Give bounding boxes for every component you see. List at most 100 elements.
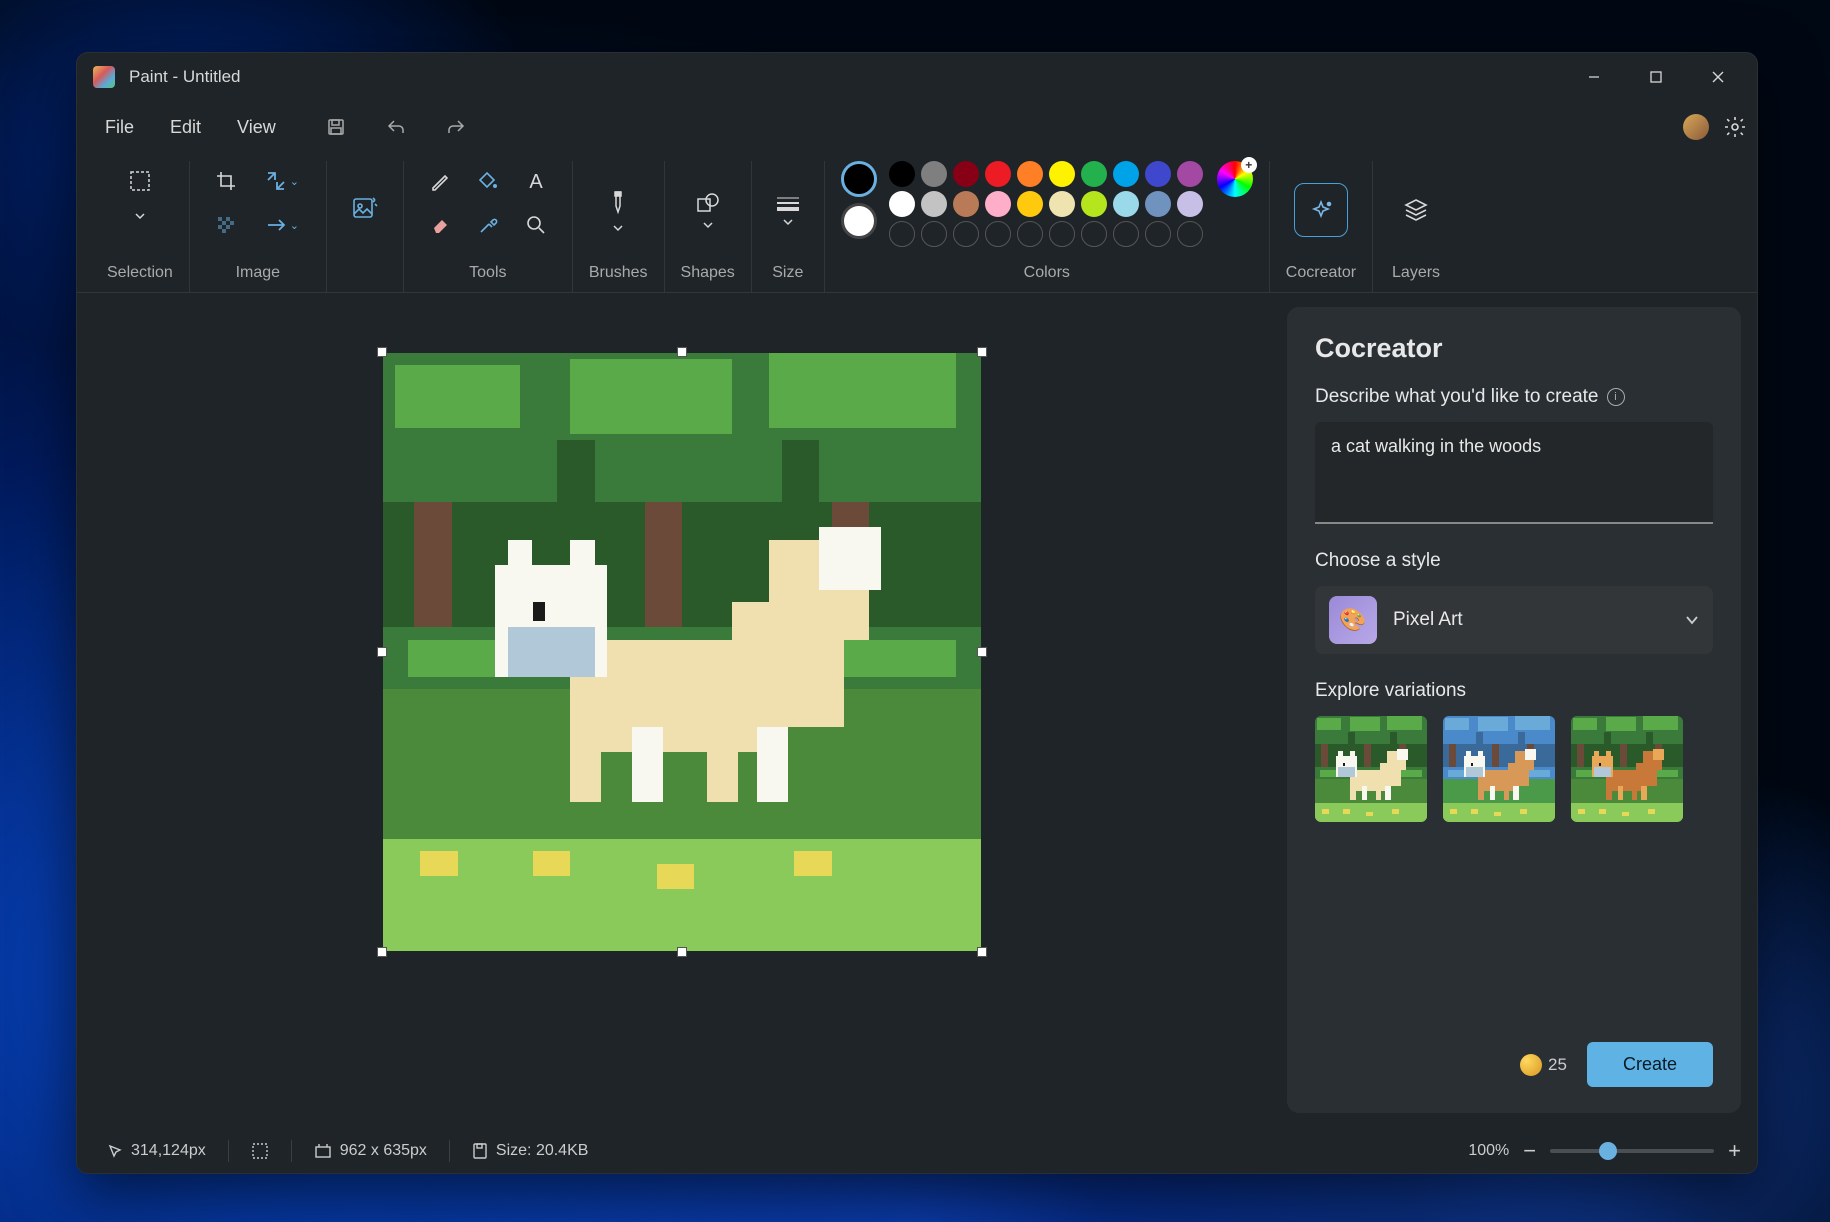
ribbon-image: ⌄ ⌄ Image <box>190 161 327 292</box>
settings-icon[interactable] <box>1723 115 1747 139</box>
color-swatch[interactable] <box>1049 191 1075 217</box>
zoom-in-button[interactable]: + <box>1728 1138 1741 1164</box>
prompt-input[interactable] <box>1315 422 1713 524</box>
redo-icon[interactable] <box>438 109 474 145</box>
ribbon-tools-label: Tools <box>469 258 506 292</box>
resize-handle[interactable] <box>377 347 387 357</box>
ribbon-selection-label: Selection <box>107 258 173 292</box>
ribbon-colors-label: Colors <box>1024 258 1070 292</box>
resize-handle[interactable] <box>977 947 987 957</box>
canvas[interactable] <box>383 353 981 951</box>
app-window: Paint - Untitled File Edit View Selecti <box>76 52 1758 1174</box>
zoom-level: 100% <box>1468 1142 1509 1160</box>
color-swatch[interactable] <box>889 161 915 187</box>
color-swatch[interactable] <box>1177 161 1203 187</box>
color-swatch-empty[interactable] <box>985 221 1011 247</box>
picker-tool[interactable] <box>468 205 508 245</box>
fill-tool[interactable] <box>468 161 508 201</box>
workspace: Cocreator Describe what you'd like to cr… <box>77 293 1757 1173</box>
user-avatar[interactable] <box>1683 114 1709 140</box>
color-swatch[interactable] <box>889 191 915 217</box>
zoom-out-button[interactable]: − <box>1523 1138 1536 1164</box>
resize-tool[interactable]: ⌄ <box>254 161 310 201</box>
crop-tool[interactable] <box>206 161 246 201</box>
close-button[interactable] <box>1687 53 1749 101</box>
color-swatch[interactable] <box>953 161 979 187</box>
ribbon-tools: A Tools <box>404 161 573 292</box>
create-button[interactable]: Create <box>1587 1042 1713 1087</box>
undo-icon[interactable] <box>378 109 414 145</box>
ribbon-shapes: Shapes <box>665 161 752 292</box>
info-icon[interactable]: i <box>1607 388 1625 406</box>
rotate-tool[interactable]: ⌄ <box>254 205 310 245</box>
resize-handle[interactable] <box>377 647 387 657</box>
chevron-down-icon <box>1685 615 1699 625</box>
ribbon-image-gen <box>327 161 404 292</box>
file-size: Size: 20.4KB <box>458 1142 603 1160</box>
shapes-tool[interactable] <box>688 179 728 241</box>
color-swatch[interactable] <box>1049 161 1075 187</box>
color-swatch-empty[interactable] <box>921 221 947 247</box>
canvas-area[interactable] <box>77 293 1287 1173</box>
variation-thumb[interactable] <box>1571 716 1683 822</box>
resize-handle[interactable] <box>377 947 387 957</box>
svg-text:A: A <box>529 171 543 192</box>
color-swatch[interactable] <box>1113 161 1139 187</box>
credits-display: 25 <box>1520 1054 1567 1076</box>
brush-tool[interactable] <box>598 179 638 241</box>
color-swatch[interactable] <box>1113 191 1139 217</box>
resize-handle[interactable] <box>977 647 987 657</box>
style-selector[interactable]: 🎨 Pixel Art <box>1315 586 1713 654</box>
cocreator-button[interactable] <box>1294 183 1348 237</box>
color-swatch[interactable] <box>1081 191 1107 217</box>
canvas-dimensions: 962 x 635px <box>300 1142 441 1160</box>
menu-file[interactable]: File <box>87 109 152 146</box>
eraser-tool[interactable] <box>420 205 460 245</box>
layers-button[interactable] <box>1389 183 1443 237</box>
color-swatch[interactable] <box>1017 191 1043 217</box>
select-dropdown[interactable] <box>120 205 160 227</box>
resize-handle[interactable] <box>677 947 687 957</box>
variation-thumb[interactable] <box>1315 716 1427 822</box>
resize-handle[interactable] <box>677 347 687 357</box>
secondary-color[interactable] <box>841 203 877 239</box>
remove-bg-tool[interactable] <box>206 205 246 245</box>
color-swatch[interactable] <box>985 191 1011 217</box>
color-swatch[interactable] <box>921 191 947 217</box>
color-swatch[interactable] <box>1145 161 1171 187</box>
text-tool[interactable]: A <box>516 161 556 201</box>
color-swatch-empty[interactable] <box>1113 221 1139 247</box>
color-swatch[interactable] <box>953 191 979 217</box>
save-icon[interactable] <box>318 109 354 145</box>
color-wheel[interactable] <box>1217 161 1253 197</box>
color-swatch[interactable] <box>985 161 1011 187</box>
color-swatch-empty[interactable] <box>1177 221 1203 247</box>
minimize-button[interactable] <box>1563 53 1625 101</box>
fit-screen[interactable] <box>237 1142 283 1160</box>
primary-color[interactable] <box>841 161 877 197</box>
zoom-tool[interactable] <box>516 205 556 245</box>
menu-view[interactable]: View <box>219 109 294 146</box>
resize-handle[interactable] <box>977 347 987 357</box>
variation-thumb[interactable] <box>1443 716 1555 822</box>
color-swatch-empty[interactable] <box>889 221 915 247</box>
select-tool[interactable] <box>120 161 160 201</box>
color-swatch[interactable] <box>1081 161 1107 187</box>
color-swatch[interactable] <box>1177 191 1203 217</box>
color-swatch[interactable] <box>921 161 947 187</box>
pencil-tool[interactable] <box>420 161 460 201</box>
maximize-button[interactable] <box>1625 53 1687 101</box>
color-swatch-empty[interactable] <box>1017 221 1043 247</box>
color-swatch-empty[interactable] <box>1049 221 1075 247</box>
size-tool[interactable] <box>768 179 808 241</box>
color-swatch-empty[interactable] <box>1081 221 1107 247</box>
menu-edit[interactable]: Edit <box>152 109 219 146</box>
color-swatch[interactable] <box>1145 191 1171 217</box>
generative-tool[interactable] <box>343 188 387 232</box>
style-selected: Pixel Art <box>1393 609 1685 631</box>
color-swatch-empty[interactable] <box>953 221 979 247</box>
color-swatch-empty[interactable] <box>1145 221 1171 247</box>
panel-title: Cocreator <box>1315 333 1713 364</box>
zoom-slider[interactable] <box>1550 1149 1714 1153</box>
color-swatch[interactable] <box>1017 161 1043 187</box>
